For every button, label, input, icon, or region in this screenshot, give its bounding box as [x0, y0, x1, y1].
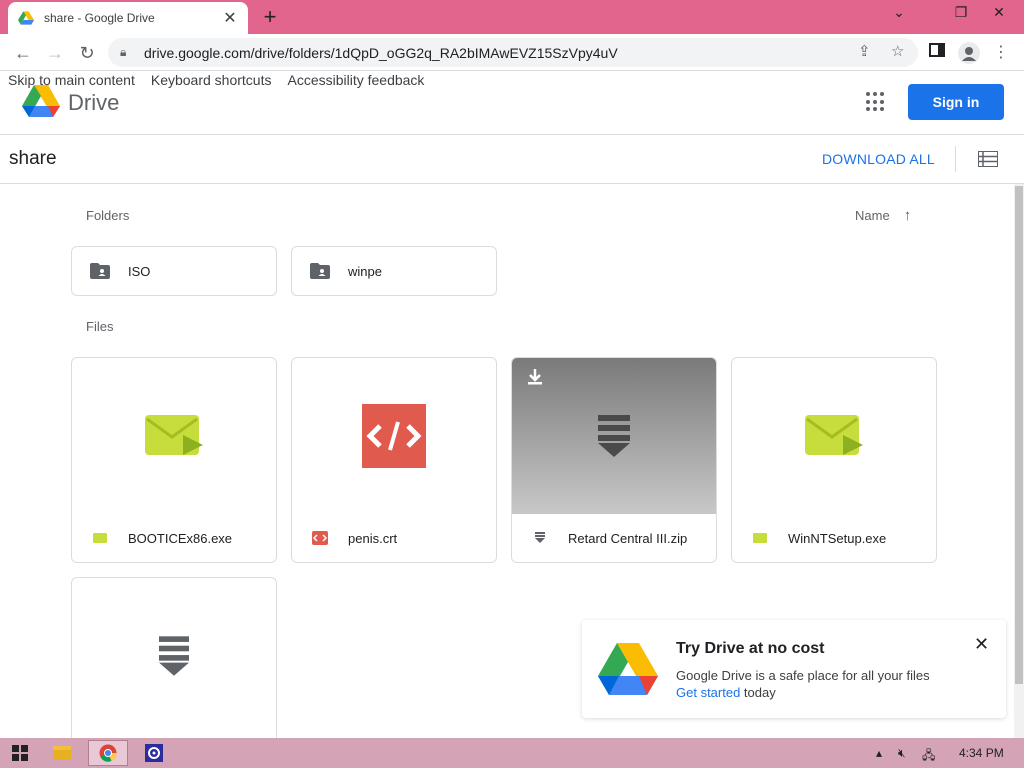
skip-links: Skip to main content Keyboard shortcuts … [8, 72, 424, 88]
browser-tab[interactable]: share - Google Drive ✕ [8, 2, 248, 34]
promo-cta: Get started today [676, 685, 776, 700]
file-name: penis.crt [348, 530, 398, 546]
archive-icon [159, 636, 189, 676]
forward-arrow-icon[interactable]: → [42, 40, 68, 66]
promo-title: Try Drive at no cost [676, 640, 825, 657]
share-icon[interactable]: ⇪ [858, 42, 871, 60]
list-view-icon[interactable] [978, 151, 998, 167]
app-name[interactable]: Drive [68, 90, 119, 116]
tab-close-icon[interactable]: ✕ [222, 8, 238, 28]
back-arrow-icon[interactable]: ← [10, 40, 36, 66]
drive-favicon-icon [18, 11, 34, 25]
taskbar-settings[interactable] [134, 740, 174, 766]
reload-icon[interactable]: ↻ [74, 40, 100, 66]
tab-title: share - Google Drive [44, 11, 155, 25]
volume-muted-icon[interactable]: 🔇︎ [898, 746, 906, 761]
profile-avatar-icon[interactable] [958, 42, 980, 64]
clock[interactable]: 4:34 PM [959, 746, 1004, 760]
exe-icon [92, 531, 108, 545]
tray-chevron-icon[interactable]: ▴ [876, 746, 882, 760]
get-started-link[interactable]: Get started [676, 685, 740, 700]
file-label: BOOTICEx86.exe [72, 514, 276, 562]
exe-icon [145, 415, 203, 455]
file-label: WinNTSetup.exe [732, 514, 936, 562]
sort-label: Name [855, 208, 890, 223]
file-thumbnail [732, 358, 936, 514]
sort-control[interactable]: Name ↑ [855, 207, 911, 224]
file-thumbnail [72, 358, 276, 514]
promo-close-icon[interactable]: ✕ [974, 634, 989, 655]
google-apps-icon[interactable] [866, 92, 886, 112]
shared-folder-icon [310, 263, 330, 279]
file-card[interactable]: WinNTSetup.exe [731, 357, 937, 563]
promo-cta-suffix: today [740, 685, 776, 700]
url-text: drive.google.com/drive/folders/1dQpD_oGG… [144, 44, 618, 61]
kebab-menu-icon[interactable]: ⋮ [990, 42, 1012, 64]
folder-icon [53, 746, 71, 760]
code-icon [312, 531, 328, 545]
keyboard-shortcuts-link[interactable]: Keyboard shortcuts [151, 72, 272, 88]
sort-arrow-up-icon[interactable]: ↑ [904, 207, 912, 224]
exe-icon [752, 531, 768, 545]
files-heading: Files [86, 319, 114, 334]
folders-heading: Folders [86, 208, 130, 223]
file-name: Retard Central III.zip [568, 530, 688, 546]
start-button[interactable] [0, 740, 40, 766]
folder-card[interactable]: ISO [71, 246, 277, 296]
file-name: WinNTSetup.exe [788, 530, 887, 546]
download-all-button[interactable]: DOWNLOAD ALL [822, 151, 935, 167]
bookmark-star-icon[interactable]: ☆ [891, 42, 904, 60]
file-card[interactable]: BOOTICEx86.exe [71, 357, 277, 563]
taskbar [0, 738, 1024, 768]
file-label: penis.crt [292, 514, 496, 562]
folder-title: share [9, 148, 57, 169]
drive-logo-icon [598, 643, 658, 695]
minimize-button[interactable]: ⌄ [884, 4, 914, 21]
network-icon[interactable]: 🖧 [922, 746, 935, 767]
exe-icon [805, 415, 863, 455]
file-card[interactable]: Retard Central III.zip [511, 357, 717, 563]
new-tab-button[interactable]: + [258, 6, 282, 30]
accessibility-feedback-link[interactable]: Accessibility feedback [287, 72, 424, 88]
toolbar-separator [955, 146, 956, 172]
archive-icon [532, 531, 548, 545]
windows-logo-icon [12, 745, 28, 761]
promo-description: Google Drive is a safe place for all you… [676, 668, 930, 683]
drive-logo-icon[interactable] [22, 84, 60, 118]
window-close-button[interactable]: ✕ [984, 4, 1014, 21]
try-drive-promo: Try Drive at no cost Google Drive is a s… [582, 620, 1006, 718]
folder-card[interactable]: winpe [291, 246, 497, 296]
address-bar[interactable]: 🔒︎ drive.google.com/drive/folders/1dQpD_… [108, 38, 918, 67]
download-icon[interactable] [526, 368, 544, 386]
code-icon [362, 404, 426, 468]
file-thumbnail [292, 358, 496, 514]
taskbar-file-explorer[interactable] [42, 740, 82, 766]
restore-button[interactable]: ❐ [946, 4, 976, 21]
folder-name: winpe [348, 263, 382, 279]
scrollbar-thumb[interactable] [1015, 186, 1023, 684]
file-card[interactable] [71, 577, 277, 747]
shared-folder-icon [90, 263, 110, 279]
file-card[interactable]: penis.crt [291, 357, 497, 563]
file-label: Retard Central III.zip [512, 514, 716, 562]
tab-strip: share - Google Drive ✕ + ⌄ ❐ ✕ [0, 0, 1024, 34]
browser-toolbar: ← → ↻ 🔒︎ drive.google.com/drive/folders/… [0, 34, 1024, 71]
gear-icon [145, 744, 163, 762]
chrome-icon [99, 744, 117, 762]
folder-name: ISO [128, 263, 151, 279]
lock-icon: 🔒︎ [120, 45, 127, 59]
toolbar-divider [0, 183, 1024, 184]
sign-in-button[interactable]: Sign in [908, 84, 1004, 120]
header-divider [0, 134, 1024, 135]
archive-icon [598, 415, 630, 457]
file-name: BOOTICEx86.exe [128, 530, 233, 546]
file-thumbnail [72, 578, 276, 734]
side-panel-icon[interactable] [926, 42, 948, 64]
taskbar-chrome[interactable] [88, 740, 128, 766]
